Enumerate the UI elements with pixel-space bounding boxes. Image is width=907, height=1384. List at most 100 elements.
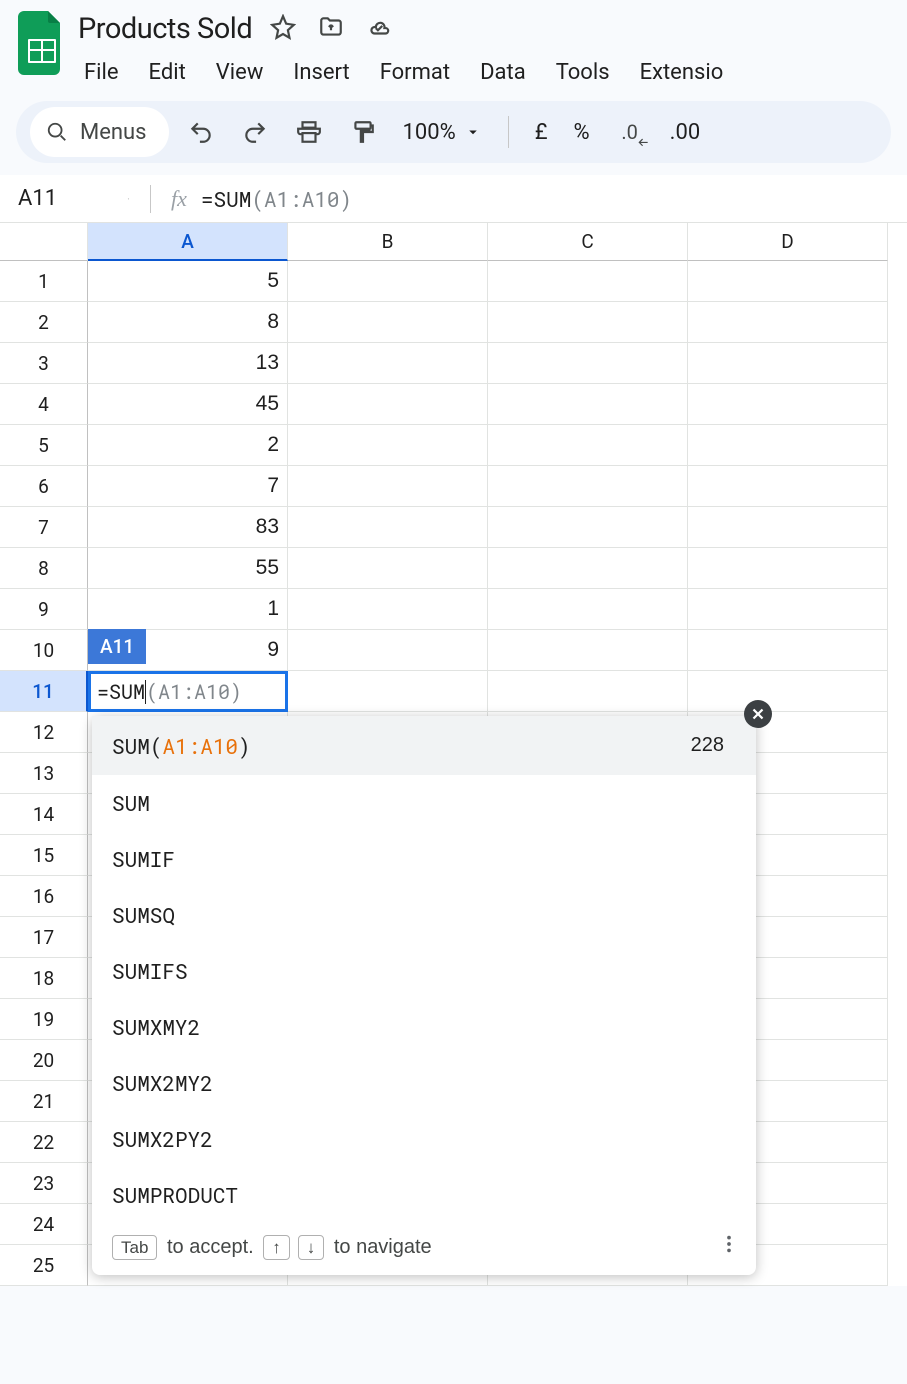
cell[interactable] bbox=[288, 630, 488, 671]
cell[interactable] bbox=[688, 548, 888, 589]
cell[interactable]: 45 bbox=[88, 384, 288, 425]
star-icon[interactable] bbox=[270, 14, 296, 44]
zoom-selector[interactable]: 100% bbox=[395, 120, 490, 145]
more-options-button[interactable] bbox=[718, 1233, 740, 1261]
percent-button[interactable]: % bbox=[566, 120, 598, 145]
move-folder-icon[interactable] bbox=[318, 14, 344, 44]
cell[interactable]: 1 bbox=[88, 589, 288, 630]
cell[interactable] bbox=[688, 630, 888, 671]
menu-edit[interactable]: Edit bbox=[147, 56, 188, 89]
cell[interactable] bbox=[688, 589, 888, 630]
redo-button[interactable] bbox=[233, 110, 277, 154]
row-header[interactable]: 9 bbox=[0, 589, 88, 630]
row-header[interactable]: 22 bbox=[0, 1122, 88, 1163]
row-header[interactable]: 10 bbox=[0, 630, 88, 671]
row-header[interactable]: 25 bbox=[0, 1245, 88, 1286]
document-title[interactable]: Products Sold bbox=[78, 12, 252, 46]
cell[interactable]: 5 bbox=[88, 261, 288, 302]
undo-button[interactable] bbox=[179, 110, 223, 154]
menu-format[interactable]: Format bbox=[378, 56, 452, 89]
cell[interactable] bbox=[288, 343, 488, 384]
row-header[interactable]: 16 bbox=[0, 876, 88, 917]
cell[interactable] bbox=[288, 425, 488, 466]
sheets-logo[interactable] bbox=[16, 8, 68, 78]
cell[interactable] bbox=[488, 343, 688, 384]
cell[interactable] bbox=[488, 425, 688, 466]
row-header[interactable]: 13 bbox=[0, 753, 88, 794]
cell[interactable] bbox=[288, 507, 488, 548]
select-all-corner[interactable] bbox=[0, 223, 88, 261]
increase-decimal-button[interactable]: .00 bbox=[662, 120, 709, 145]
cell[interactable] bbox=[488, 384, 688, 425]
cell[interactable] bbox=[488, 466, 688, 507]
cell[interactable]: 2 bbox=[88, 425, 288, 466]
column-header-c[interactable]: C bbox=[488, 223, 688, 261]
cell[interactable] bbox=[288, 302, 488, 343]
autocomplete-item[interactable]: SUMX2PY2 bbox=[92, 1111, 756, 1167]
cell[interactable] bbox=[488, 261, 688, 302]
row-header[interactable]: 11 bbox=[0, 671, 88, 712]
cell[interactable] bbox=[488, 302, 688, 343]
cell[interactable] bbox=[288, 466, 488, 507]
menus-search[interactable]: Menus bbox=[30, 107, 169, 157]
row-header[interactable]: 4 bbox=[0, 384, 88, 425]
cell[interactable] bbox=[688, 671, 888, 712]
menu-data[interactable]: Data bbox=[478, 56, 528, 89]
cell[interactable] bbox=[288, 671, 488, 712]
cell[interactable] bbox=[688, 384, 888, 425]
cell[interactable] bbox=[688, 507, 888, 548]
formula-bar-input[interactable]: =SUM(A1:A10) bbox=[201, 185, 352, 213]
cell[interactable] bbox=[488, 671, 688, 712]
cell[interactable]: 83 bbox=[88, 507, 288, 548]
column-header-d[interactable]: D bbox=[688, 223, 888, 261]
row-header[interactable]: 12 bbox=[0, 712, 88, 753]
autocomplete-item[interactable]: SUMXMY2 bbox=[92, 999, 756, 1055]
row-header[interactable]: 6 bbox=[0, 466, 88, 507]
row-header[interactable]: 19 bbox=[0, 999, 88, 1040]
cell[interactable] bbox=[688, 425, 888, 466]
row-header[interactable]: 15 bbox=[0, 835, 88, 876]
editing-cell[interactable]: =SUM(A1:A10) bbox=[88, 671, 288, 712]
spreadsheet-grid[interactable]: A B C D 15283134455267783855911091112131… bbox=[0, 223, 907, 1286]
cell[interactable]: 13 bbox=[88, 343, 288, 384]
row-header[interactable]: 17 bbox=[0, 917, 88, 958]
cell[interactable] bbox=[488, 589, 688, 630]
row-header[interactable]: 18 bbox=[0, 958, 88, 999]
column-header-b[interactable]: B bbox=[288, 223, 488, 261]
row-header[interactable]: 7 bbox=[0, 507, 88, 548]
autocomplete-item[interactable]: SUMSQ bbox=[92, 887, 756, 943]
row-header[interactable]: 3 bbox=[0, 343, 88, 384]
autocomplete-item[interactable]: SUMIFS bbox=[92, 943, 756, 999]
cell[interactable] bbox=[288, 548, 488, 589]
cell[interactable] bbox=[488, 548, 688, 589]
row-header[interactable]: 20 bbox=[0, 1040, 88, 1081]
paint-format-button[interactable] bbox=[341, 110, 385, 154]
cell[interactable] bbox=[688, 302, 888, 343]
row-header[interactable]: 21 bbox=[0, 1081, 88, 1122]
autocomplete-item[interactable]: SUM bbox=[92, 775, 756, 831]
autocomplete-item[interactable]: SUM(A1:A10) 228 bbox=[92, 716, 756, 775]
cell[interactable] bbox=[688, 343, 888, 384]
currency-button[interactable]: £ bbox=[527, 120, 556, 145]
autocomplete-item[interactable]: SUMPRODUCT bbox=[92, 1167, 756, 1223]
name-box[interactable]: A11 bbox=[0, 186, 130, 211]
row-header[interactable]: 2 bbox=[0, 302, 88, 343]
print-button[interactable] bbox=[287, 110, 331, 154]
cell[interactable] bbox=[288, 261, 488, 302]
menu-tools[interactable]: Tools bbox=[554, 56, 612, 89]
row-header[interactable]: 23 bbox=[0, 1163, 88, 1204]
row-header[interactable]: 5 bbox=[0, 425, 88, 466]
row-header[interactable]: 24 bbox=[0, 1204, 88, 1245]
menu-extensions[interactable]: Extensio bbox=[638, 56, 726, 89]
row-header[interactable]: 8 bbox=[0, 548, 88, 589]
cell[interactable] bbox=[688, 466, 888, 507]
cell[interactable]: 8 bbox=[88, 302, 288, 343]
cell[interactable] bbox=[288, 589, 488, 630]
cell[interactable] bbox=[688, 261, 888, 302]
cell[interactable] bbox=[488, 507, 688, 548]
menu-view[interactable]: View bbox=[214, 56, 266, 89]
autocomplete-item[interactable]: SUMIF bbox=[92, 831, 756, 887]
close-button[interactable] bbox=[744, 700, 772, 728]
cell[interactable] bbox=[488, 630, 688, 671]
menu-insert[interactable]: Insert bbox=[291, 56, 351, 89]
